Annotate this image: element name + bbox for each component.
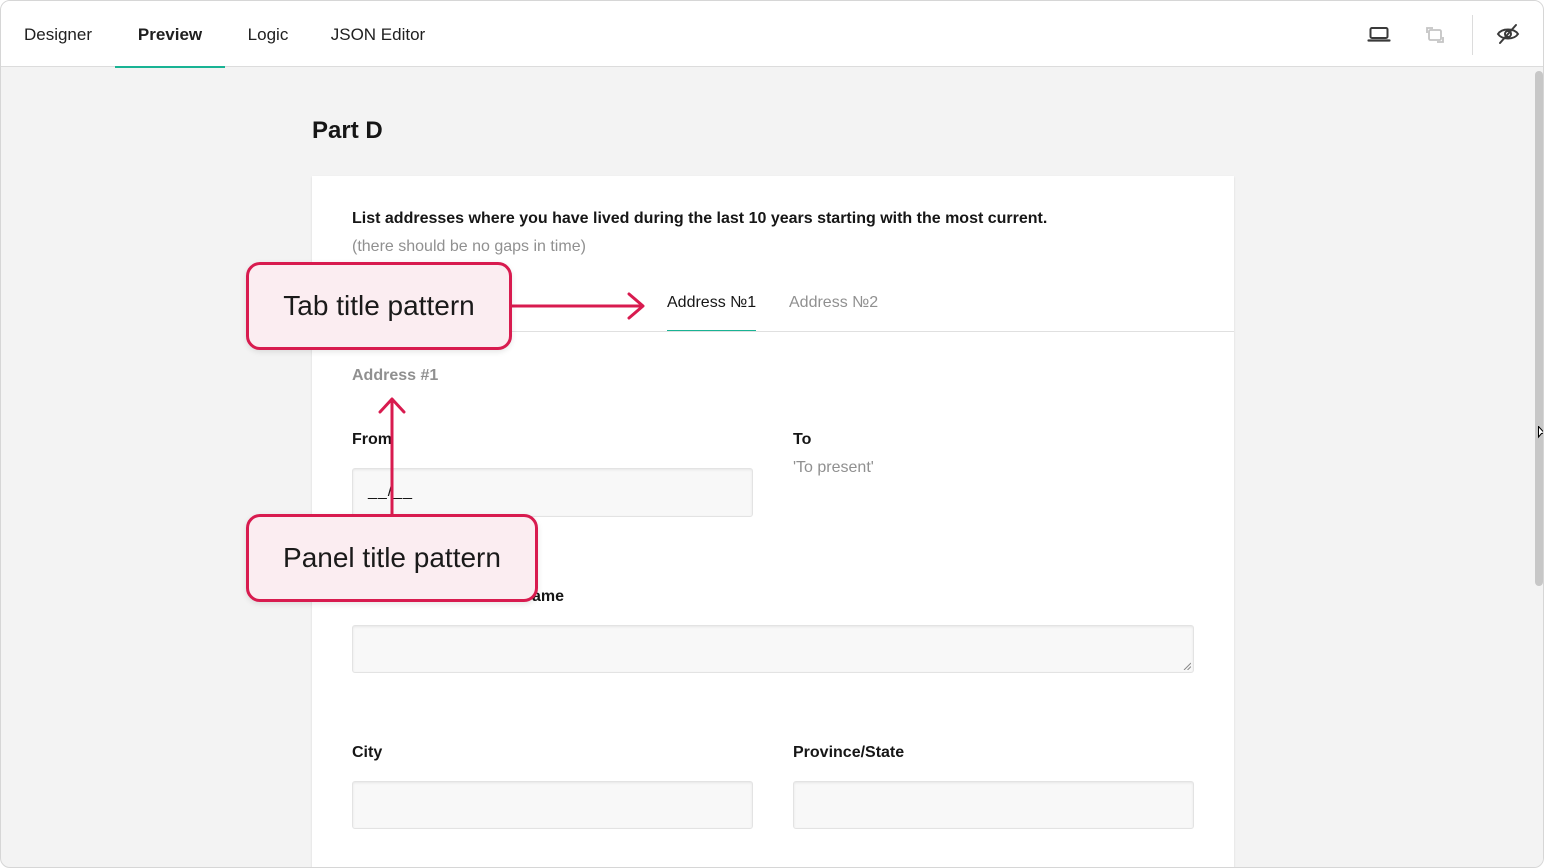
- panel-tab-address-1[interactable]: Address №1: [667, 294, 757, 332]
- toolbar-divider: [1472, 15, 1473, 55]
- from-date-mask: __/__: [368, 483, 414, 500]
- panel-tab-address-2[interactable]: Address №2: [789, 294, 878, 332]
- app-window: Designer Preview Logic JSON Editor Part …: [0, 0, 1544, 868]
- laptop-icon[interactable]: [1366, 21, 1392, 47]
- from-date-input[interactable]: __/__: [352, 468, 753, 517]
- panel-title: Address #1: [352, 367, 439, 384]
- tab-title-callout: Tab title pattern: [246, 262, 512, 350]
- city-input[interactable]: [352, 781, 753, 829]
- resize-grip-icon[interactable]: [1183, 662, 1191, 670]
- tab-logic[interactable]: Logic: [225, 1, 311, 67]
- creator-toolbar: Designer Preview Logic JSON Editor: [1, 1, 1543, 68]
- city-label: City: [352, 744, 383, 761]
- province-state-label: Province/State: [793, 744, 905, 761]
- page-title: Part D: [312, 117, 383, 144]
- panel-title-callout: Panel title pattern: [246, 514, 538, 602]
- orientation-icon[interactable]: [1422, 21, 1448, 47]
- tab-designer[interactable]: Designer: [1, 1, 115, 67]
- hide-invisible-icon[interactable]: [1495, 21, 1521, 47]
- question-description: (there should be no gaps in time): [352, 238, 586, 255]
- question-title: List addresses where you have lived duri…: [352, 210, 1048, 227]
- to-label: To: [793, 431, 812, 448]
- province-state-input[interactable]: [793, 781, 1194, 829]
- tab-json-editor[interactable]: JSON Editor: [311, 1, 445, 67]
- scrollbar-thumb[interactable]: [1535, 71, 1543, 586]
- to-value: 'To present': [793, 459, 874, 476]
- mouse-cursor-icon: [1538, 426, 1543, 439]
- tab-preview[interactable]: Preview: [115, 1, 225, 68]
- street-name-textarea[interactable]: [352, 625, 1194, 673]
- from-label: From: [352, 431, 392, 448]
